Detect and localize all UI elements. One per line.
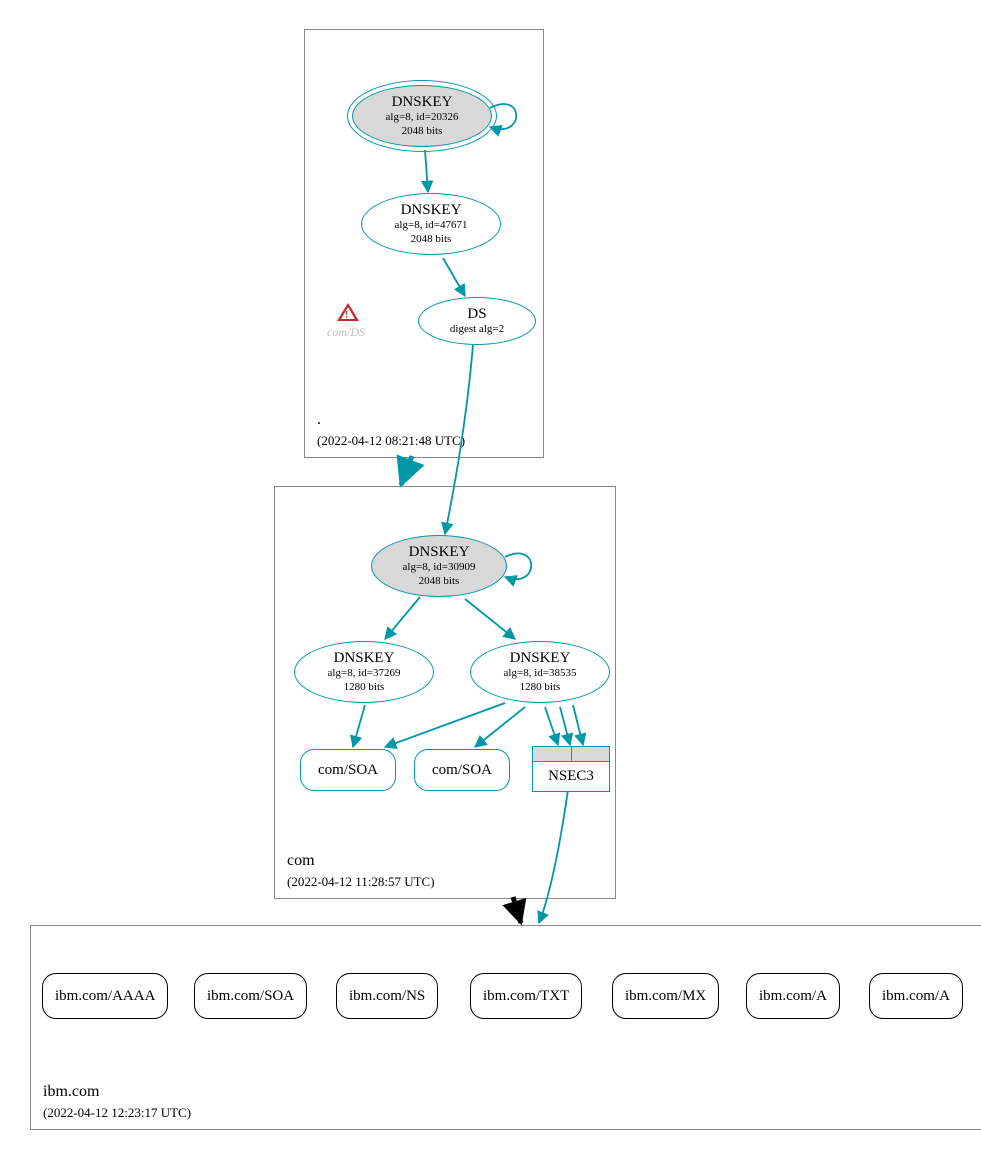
- node-root-ksk: DNSKEY alg=8, id=20326 2048 bits: [352, 85, 492, 147]
- node-detail: alg=8, id=30909: [403, 561, 476, 574]
- warning-mark: !: [345, 310, 348, 321]
- node-detail: alg=8, id=20326: [386, 111, 459, 124]
- node-detail: digest alg=2: [450, 323, 504, 336]
- zone-ibmcom-timestamp: (2022-04-12 12:23:17 UTC): [43, 1105, 191, 1121]
- node-detail: alg=8, id=47671: [395, 219, 468, 232]
- record-a1: ibm.com/A: [746, 973, 840, 1019]
- record-aaaa: ibm.com/AAAA: [42, 973, 168, 1019]
- node-detail: alg=8, id=37269: [328, 667, 401, 680]
- node-detail: 2048 bits: [402, 125, 443, 138]
- zone-root-name: .: [317, 411, 321, 429]
- record-ns: ibm.com/NS: [336, 973, 438, 1019]
- node-nsec3: NSEC3: [532, 746, 610, 792]
- nsec3-label: NSEC3: [533, 761, 609, 791]
- node-detail: 2048 bits: [411, 233, 452, 246]
- node-com-zsk1: DNSKEY alg=8, id=37269 1280 bits: [294, 641, 434, 703]
- zone-ibmcom: ibm.com (2022-04-12 12:23:17 UTC): [30, 925, 981, 1130]
- node-title: DNSKEY: [392, 94, 453, 111]
- node-detail: alg=8, id=38535: [504, 667, 577, 680]
- warning-label: com/DS: [327, 325, 365, 340]
- node-title: DS: [467, 306, 486, 323]
- node-com-zsk2: DNSKEY alg=8, id=38535 1280 bits: [470, 641, 610, 703]
- node-root-zsk: DNSKEY alg=8, id=47671 2048 bits: [361, 193, 501, 255]
- node-title: DNSKEY: [510, 650, 571, 667]
- record-mx: ibm.com/MX: [612, 973, 719, 1019]
- zone-root-timestamp: (2022-04-12 08:21:48 UTC): [317, 433, 465, 449]
- node-title: DNSKEY: [401, 202, 462, 219]
- node-title: DNSKEY: [334, 650, 395, 667]
- node-com-ksk: DNSKEY alg=8, id=30909 2048 bits: [371, 535, 507, 597]
- node-title: DNSKEY: [409, 544, 470, 561]
- node-detail: 2048 bits: [419, 575, 460, 588]
- node-detail: 1280 bits: [344, 681, 385, 694]
- node-com-soa-2: com/SOA: [414, 749, 510, 791]
- zone-com-timestamp: (2022-04-12 11:28:57 UTC): [287, 874, 435, 890]
- record-txt: ibm.com/TXT: [470, 973, 582, 1019]
- record-a2: ibm.com/A: [869, 973, 963, 1019]
- zone-ibmcom-name: ibm.com: [43, 1083, 99, 1101]
- record-soa: ibm.com/SOA: [194, 973, 307, 1019]
- zone-com-name: com: [287, 852, 315, 870]
- node-ds-com: DS digest alg=2: [418, 297, 536, 345]
- node-com-soa-1: com/SOA: [300, 749, 396, 791]
- node-detail: 1280 bits: [520, 681, 561, 694]
